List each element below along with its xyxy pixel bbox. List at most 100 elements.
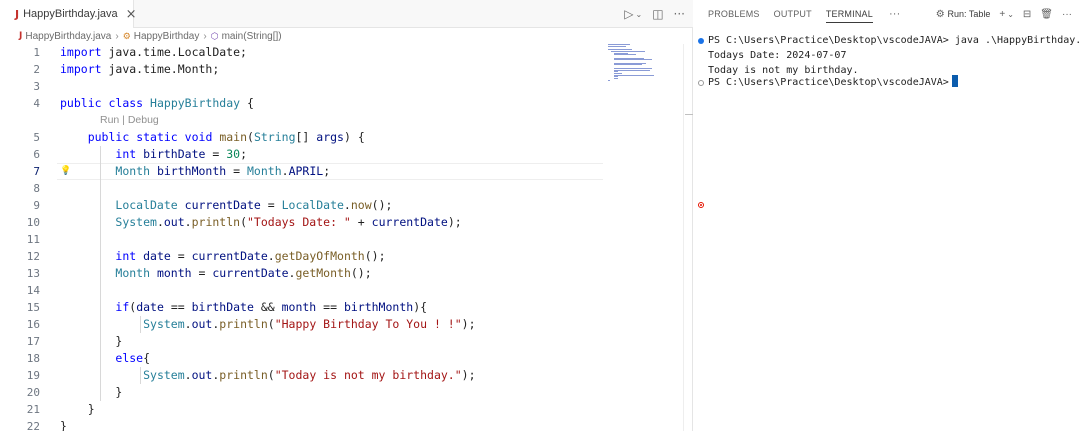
tab-output[interactable]: OUTPUT (774, 0, 812, 28)
line-number: 3 (33, 80, 40, 93)
line-number: 13 (26, 267, 40, 280)
chevron-right-icon: › (203, 30, 207, 42)
command-success-icon[interactable] (698, 38, 704, 44)
code-line[interactable]: 1 import java.time.LocalDate; (0, 44, 610, 61)
code-text: public static void main(String[] args) { (87, 130, 365, 144)
close-icon[interactable]: × (126, 8, 137, 21)
line-number: 16 (26, 318, 40, 331)
code-line[interactable]: 16 System.out.println("Happy Birthday To… (0, 316, 610, 333)
java-file-icon: J (15, 7, 20, 21)
indent-guide (100, 146, 101, 401)
code-line[interactable]: 9 LocalDate currentDate = LocalDate.now(… (0, 197, 610, 214)
command-pending-icon[interactable] (698, 80, 704, 86)
code-line[interactable]: 5 public static void main(String[] args)… (0, 129, 610, 146)
breadcrumb-method[interactable]: ⬡ main(String[]) (211, 31, 282, 42)
code-line[interactable]: 2 import java.time.Month; (0, 61, 610, 78)
code-line[interactable]: 17 } (0, 333, 610, 350)
code-line[interactable]: 22} (0, 418, 610, 431)
line-number: 18 (26, 352, 40, 365)
line-number: 1 (33, 46, 40, 59)
breadcrumb-file[interactable]: J HappyBirthday.java (19, 31, 111, 42)
line-number: 2 (33, 63, 40, 76)
code-line[interactable]: 6 int birthDate = 30; (0, 146, 610, 163)
minimap-line (614, 74, 654, 76)
run-icon[interactable]: ▷ (624, 7, 633, 21)
code-text: import java.time.Month; (60, 62, 220, 76)
code-line[interactable]: 4 public class HappyBirthday { (0, 95, 610, 112)
terminal-prompt: PS C:\Users\Practice\Desktop\vscodeJAVA> (708, 77, 949, 88)
split-terminal-icon[interactable]: ⊟ (1023, 9, 1031, 20)
line-number: 14 (26, 284, 40, 297)
overview-ruler[interactable] (683, 44, 693, 431)
minimap[interactable] (608, 44, 668, 84)
more-actions-icon[interactable]: ··· (674, 7, 685, 21)
code-line[interactable]: 20 } (0, 384, 610, 401)
terminal-profile[interactable]: ⚙ Run: Table (936, 9, 991, 20)
code-line[interactable]: 8 (0, 180, 610, 197)
add-icon[interactable]: + (999, 9, 1005, 20)
more-icon[interactable]: ··· (889, 0, 901, 28)
code-text: import java.time.LocalDate; (60, 45, 247, 59)
gear-icon: ⚙ (935, 8, 945, 20)
code-text: if(date == birthDate && month == birthMo… (115, 300, 428, 314)
code-text: LocalDate currentDate = LocalDate.now(); (115, 198, 393, 212)
indent-guide (140, 316, 141, 333)
tab-happybirthday-java[interactable]: J HappyBirthday.java × (0, 0, 137, 28)
chevron-right-icon: › (115, 30, 119, 42)
minimap-line (608, 45, 626, 47)
code-line[interactable]: 14 (0, 282, 610, 299)
code-line[interactable]: 15 if(date == birthDate && month == birt… (0, 299, 610, 316)
code-text: int birthDate = 30; (115, 147, 248, 161)
terminal-line: PS C:\Users\Practice\Desktop\vscodeJAVA>… (708, 35, 1080, 46)
terminal-prompt-line: PS C:\Users\Practice\Desktop\vscodeJAVA> (708, 75, 958, 90)
code-text: } (115, 385, 123, 399)
panel-actions: ⚙ Run: Table + ⌄ ⊟ 🗑 ··· (936, 0, 1072, 28)
code-line[interactable]: 10 System.out.println("Todays Date: " + … (0, 214, 610, 231)
code-text: } (87, 402, 95, 416)
code-text: Month month = currentDate.getMonth(); (115, 266, 372, 280)
minimap-line (614, 54, 636, 56)
breadcrumb: J HappyBirthday.java › ⚙ HappyBirthday ›… (0, 28, 693, 44)
line-number: 21 (26, 403, 40, 416)
line-number: 6 (33, 148, 40, 161)
code-line[interactable]: 3 (0, 78, 610, 95)
minimap-line (614, 78, 618, 79)
tab-terminal[interactable]: TERMINAL (825, 0, 874, 28)
code-text: else{ (115, 351, 151, 365)
code-line[interactable]: 12 int date = currentDate.getDayOfMonth(… (0, 248, 610, 265)
code-line[interactable]: 21 } (0, 401, 610, 418)
line-number: 12 (26, 250, 40, 263)
code-line[interactable]: 19 System.out.println("Today is not my b… (0, 367, 610, 384)
line-number: 17 (26, 335, 40, 348)
panel-tab-bar: PROBLEMS OUTPUT TERMINAL ··· ⚙ Run: Tabl… (694, 0, 1080, 28)
codelens-run-debug[interactable]: Run | Debug (100, 112, 159, 129)
line-number: 7 (33, 165, 40, 178)
code-line[interactable]: 13 Month month = currentDate.getMonth(); (0, 265, 610, 282)
code-text: int date = currentDate.getDayOfMonth(); (115, 249, 386, 263)
code-text: public class HappyBirthday { (60, 96, 254, 110)
more-actions-icon[interactable]: ··· (1062, 9, 1072, 20)
split-editor-icon[interactable]: ◫ (652, 7, 663, 21)
chevron-down-icon[interactable]: ⌄ (636, 10, 643, 19)
line-number: 8 (33, 182, 40, 195)
line-number: 22 (26, 420, 40, 431)
code-line[interactable]: 18 else{ (0, 350, 610, 367)
error-marker-icon[interactable] (698, 202, 704, 208)
code-text: } (115, 334, 123, 348)
code-text: System.out.println("Todays Date: " + cur… (115, 215, 462, 229)
code-line[interactable]: 11 (0, 231, 610, 248)
trash-icon[interactable]: 🗑 (1040, 9, 1053, 20)
indent-guide (140, 367, 141, 384)
editor-tab-bar: J HappyBirthday.java × ▷ ⌄ ◫ ··· (0, 0, 693, 28)
chevron-down-icon[interactable]: ⌄ (1007, 10, 1014, 19)
breadcrumb-class[interactable]: ⚙ HappyBirthday (123, 31, 200, 42)
terminal-line: Todays Date: 2024-07-07 (708, 50, 847, 61)
line-number: 10 (26, 216, 40, 229)
line-number: 5 (33, 131, 40, 144)
line-number: 20 (26, 386, 40, 399)
method-icon: ⬡ (210, 30, 219, 41)
minimap-line (614, 59, 652, 61)
tab-problems[interactable]: PROBLEMS (708, 0, 760, 28)
run-table-label: Run: Table (947, 8, 991, 19)
code-line[interactable]: 💡 7 Month birthMonth = Month.APRIL; (0, 163, 610, 180)
